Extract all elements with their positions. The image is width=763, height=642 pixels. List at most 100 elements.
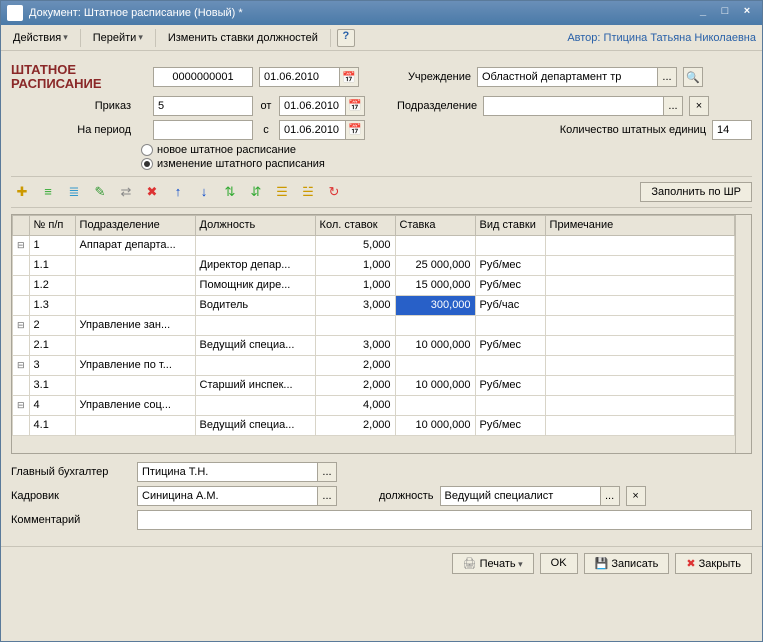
calendar-icon[interactable]: 📅 — [339, 67, 359, 87]
cell-prim[interactable] — [545, 415, 734, 435]
cell-dolzh[interactable] — [195, 315, 315, 335]
cell-exp[interactable]: ⊟ — [13, 315, 30, 335]
table-row[interactable]: ⊟2Управление зан... — [13, 315, 735, 335]
cell-vid[interactable] — [475, 395, 545, 415]
cell-podr[interactable] — [75, 375, 195, 395]
cell-dolzh[interactable] — [195, 355, 315, 375]
cell-n[interactable]: 1.3 — [29, 295, 75, 315]
cell-vid[interactable] — [475, 355, 545, 375]
cell-podr[interactable] — [75, 415, 195, 435]
col-kol[interactable]: Кол. ставок — [315, 215, 395, 235]
cell-podr[interactable] — [75, 255, 195, 275]
units-input[interactable] — [712, 120, 752, 140]
cell-vid[interactable]: Руб/час — [475, 295, 545, 315]
cell-stavka[interactable]: 15 000,000 — [395, 275, 475, 295]
cell-stavka[interactable] — [395, 395, 475, 415]
cell-exp[interactable] — [13, 255, 30, 275]
vertical-scrollbar[interactable] — [735, 215, 751, 453]
cell-kol[interactable]: 2,000 — [315, 375, 395, 395]
cell-vid[interactable]: Руб/мес — [475, 375, 545, 395]
table-row[interactable]: 3.1Старший инспек...2,00010 000,000Руб/м… — [13, 375, 735, 395]
cell-prim[interactable] — [545, 375, 734, 395]
dolzh-clear-button[interactable]: × — [626, 486, 646, 506]
period-to-input[interactable] — [279, 120, 345, 140]
col-dolzh[interactable]: Должность — [195, 215, 315, 235]
podr-input[interactable] — [483, 96, 663, 116]
close-button[interactable]: × — [738, 5, 756, 21]
radio-new[interactable]: новое штатное расписание — [141, 144, 752, 156]
cell-vid[interactable] — [475, 315, 545, 335]
cell-exp[interactable] — [13, 275, 30, 295]
kadrovik-select-button[interactable]: ... — [317, 486, 337, 506]
podr-clear-button[interactable]: × — [689, 96, 709, 116]
refresh-icon[interactable]: ↻ — [323, 181, 345, 203]
print-button[interactable]: 🖨 Печать — [452, 553, 534, 574]
move-up-icon[interactable]: ↑ — [167, 181, 189, 203]
cell-exp[interactable]: ⊟ — [13, 355, 30, 375]
uchr-lookup-button[interactable]: 🔍 — [683, 67, 703, 87]
cell-exp[interactable] — [13, 375, 30, 395]
cell-n[interactable]: 1 — [29, 235, 75, 255]
fill-by-shr-button[interactable]: Заполнить по ШР — [640, 182, 752, 202]
toggle-icon[interactable]: ⇄ — [115, 181, 137, 203]
cell-stavka[interactable] — [395, 315, 475, 335]
glavbuh-select-button[interactable]: ... — [317, 462, 337, 482]
cell-dolzh[interactable]: Ведущий специа... — [195, 415, 315, 435]
cell-stavka[interactable]: 10 000,000 — [395, 415, 475, 435]
cell-dolzh[interactable]: Директор депар... — [195, 255, 315, 275]
uchr-select-button[interactable]: ... — [657, 67, 677, 87]
table-row[interactable]: ⊟3Управление по т...2,000 — [13, 355, 735, 375]
glavbuh-input[interactable] — [137, 462, 317, 482]
table-row[interactable]: 1.3Водитель3,000300,000Руб/час — [13, 295, 735, 315]
radio-change[interactable]: изменение штатного расписания — [141, 158, 752, 170]
col-vid[interactable]: Вид ставки — [475, 215, 545, 235]
cell-prim[interactable] — [545, 395, 734, 415]
cell-dolzh[interactable] — [195, 235, 315, 255]
cell-vid[interactable]: Руб/мес — [475, 255, 545, 275]
help-button[interactable]: ? — [337, 29, 355, 47]
col-stavka[interactable]: Ставка — [395, 215, 475, 235]
col-npp[interactable]: № п/п — [29, 215, 75, 235]
doc-date-input[interactable] — [259, 67, 339, 87]
cell-podr[interactable]: Управление зан... — [75, 315, 195, 335]
calendar-icon[interactable]: 📅 — [345, 96, 365, 116]
doc-number-input[interactable] — [153, 67, 253, 87]
cell-n[interactable]: 1.2 — [29, 275, 75, 295]
cell-kol[interactable] — [315, 315, 395, 335]
table-row[interactable]: 1.2Помощник дире...1,00015 000,000Руб/ме… — [13, 275, 735, 295]
cell-stavka[interactable]: 10 000,000 — [395, 375, 475, 395]
cell-vid[interactable]: Руб/мес — [475, 275, 545, 295]
sort-az-icon[interactable]: ⇅ — [219, 181, 241, 203]
cell-kol[interactable]: 4,000 — [315, 395, 395, 415]
cell-podr[interactable]: Управление по т... — [75, 355, 195, 375]
cell-prim[interactable] — [545, 235, 734, 255]
cell-vid[interactable] — [475, 235, 545, 255]
ok-button[interactable]: OK — [540, 553, 578, 574]
cell-n[interactable]: 2 — [29, 315, 75, 335]
minimize-button[interactable]: _ — [694, 5, 712, 21]
cell-n[interactable]: 1.1 — [29, 255, 75, 275]
cell-podr[interactable]: Аппарат департа... — [75, 235, 195, 255]
cell-vid[interactable]: Руб/мес — [475, 335, 545, 355]
cell-n[interactable]: 3 — [29, 355, 75, 375]
dolzh-input[interactable] — [440, 486, 600, 506]
cell-podr[interactable] — [75, 275, 195, 295]
cell-exp[interactable]: ⊟ — [13, 235, 30, 255]
cell-n[interactable]: 3.1 — [29, 375, 75, 395]
table-row[interactable]: ⊟1Аппарат департа...5,000 — [13, 235, 735, 255]
period-from-input[interactable] — [153, 120, 253, 140]
cell-kol[interactable]: 1,000 — [315, 255, 395, 275]
cell-prim[interactable] — [545, 295, 734, 315]
cell-kol[interactable]: 3,000 — [315, 295, 395, 315]
close-window-button[interactable]: ✖ Закрыть — [675, 553, 752, 574]
col-prim[interactable]: Примечание — [545, 215, 734, 235]
cell-stavka[interactable]: 10 000,000 — [395, 335, 475, 355]
settings-icon[interactable]: ☱ — [297, 181, 319, 203]
cell-n[interactable]: 2.1 — [29, 335, 75, 355]
uchr-input[interactable] — [477, 67, 657, 87]
delete-row-icon[interactable]: ✖ — [141, 181, 163, 203]
cell-podr[interactable] — [75, 335, 195, 355]
cell-exp[interactable] — [13, 415, 30, 435]
menu-actions[interactable]: Действия — [7, 29, 74, 47]
titlebar[interactable]: Документ: Штатное расписание (Новый) * _… — [1, 1, 762, 25]
